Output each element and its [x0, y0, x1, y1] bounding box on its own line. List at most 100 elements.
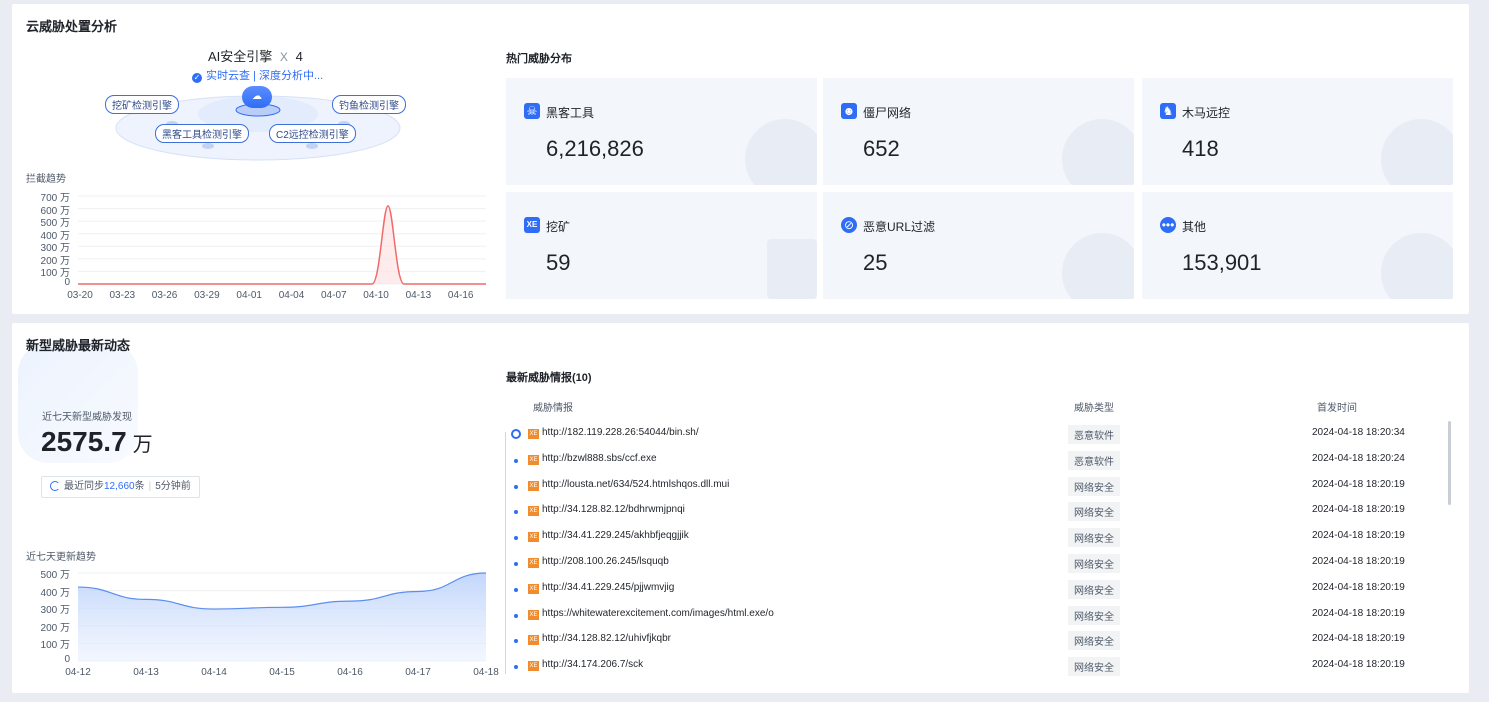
timeline-dot-icon: [514, 613, 518, 618]
card-other[interactable]: ••• 其他 153,901: [1142, 192, 1453, 299]
intercept-chart: [78, 195, 486, 285]
table-row[interactable]: XE http://34.174.206.7/sck 网络安全 2024-04-18 …: [506, 656, 1436, 682]
hacker-icon: ☠: [524, 103, 540, 119]
threat-type-badge: 网络安全: [1068, 579, 1120, 599]
timeline-dot-icon: [514, 665, 518, 670]
series-line: [78, 205, 486, 285]
xmr-watermark-icon: [767, 239, 817, 299]
threat-analysis-panel: 云威胁处置分析 AI安全引擎 X 4 ✓ 实时云查 | 深度分析中... ☁ 挖矿…: [12, 4, 1469, 314]
more-icon: •••: [1160, 217, 1176, 233]
card-value: 59: [546, 250, 571, 275]
first-seen-time: 2024-04-18 18:20:19: [1312, 530, 1405, 542]
timeline-dot-icon: [511, 429, 521, 439]
card-label: 恶意URL过滤: [863, 220, 936, 234]
first-seen-time: 2024-04-18 18:20:19: [1312, 556, 1405, 567]
card-label: 挖矿: [546, 220, 571, 234]
file-icon: XE: [528, 429, 539, 439]
threat-url[interactable]: https://whitewaterexcitement.com/images/…: [542, 608, 774, 619]
card-hacker-tools[interactable]: ☠ 黑客工具 6,216,826: [506, 78, 817, 185]
horse-icon: ♞: [1160, 103, 1176, 119]
file-icon: XE: [528, 454, 539, 465]
threat-url[interactable]: http://182.119.228.26:54044/bin.sh/: [542, 427, 699, 438]
file-icon: XE: [528, 583, 539, 594]
threat-type-badge: 网络安全: [1068, 605, 1120, 625]
table-row[interactable]: XE http://182.119.228.26:54044/bin.sh/恶意软…: [506, 424, 1436, 450]
card-value: 25: [863, 250, 888, 275]
file-icon: XE: [528, 661, 539, 672]
table-row[interactable]: XE http://34.41.229.245/pjjwmvjig 网络安全 2024…: [506, 579, 1436, 605]
series-area: [78, 205, 486, 284]
threat-url[interactable]: http://34.174.206.7/sck: [542, 659, 643, 670]
first-seen-time: 2024-04-18 18:20:19: [1312, 633, 1405, 645]
threat-url[interactable]: http://34.41.229.245/akhbfjeqgjjik: [542, 530, 689, 541]
timeline-dot-icon: [514, 639, 518, 644]
first-seen-time: 2024-04-18 18:20:19: [1312, 478, 1405, 490]
more-watermark-icon: [1381, 233, 1453, 299]
card-label: 其他: [1182, 220, 1207, 234]
file-icon: XE: [528, 532, 539, 543]
threat-type-badge: 恶意软件: [1068, 425, 1120, 444]
link-watermark-icon: [1062, 233, 1134, 299]
card-mining[interactable]: XE 挖矿 59: [506, 192, 817, 299]
file-icon: XE: [528, 506, 539, 517]
hot-threats-title: 热门威胁分布: [506, 53, 572, 65]
first-seen-time: 2024-04-18 18:20:34: [1312, 427, 1405, 438]
card-malicious-url[interactable]: ⊘ 恶意URL过滤 25: [823, 192, 1134, 299]
timeline-dot-icon: [514, 536, 518, 541]
first-seen-time: 2024-04-18 18:20:19: [1312, 607, 1405, 619]
threat-type-badge: 恶意软件: [1068, 450, 1120, 470]
card-value: 6,216,826: [546, 136, 644, 161]
timeline-dot-icon: [514, 510, 518, 515]
first-seen-time: 2024-04-18 18:20:19: [1312, 504, 1405, 516]
trend-chart: [77, 572, 487, 662]
threat-type-badge: 网络安全: [1068, 476, 1120, 496]
col-header-intel: 威胁情报: [533, 403, 573, 414]
table-row[interactable]: XE http://34.128.82.12/uhivfjkqbr 网络安全 2024…: [506, 630, 1436, 656]
scrollbar[interactable]: [1448, 421, 1451, 505]
threat-type-badge: 网络安全: [1068, 631, 1120, 651]
card-value: 652: [863, 136, 900, 161]
link-icon: ⊘: [841, 217, 857, 233]
threat-type-badge: 网络安全: [1068, 554, 1120, 573]
timeline-dot-icon: [514, 484, 518, 489]
threat-url[interactable]: http://34.41.229.245/pjjwmvjig: [542, 582, 674, 593]
card-value: 418: [1182, 136, 1219, 161]
table-row[interactable]: XE http://34.41.229.245/akhbfjeqgjjik 网络安全…: [506, 527, 1436, 553]
col-header-type: 威胁类型: [1074, 403, 1114, 414]
timeline-dot-icon: [514, 458, 518, 463]
table-row[interactable]: XE http://208.100.26.245/lsquqb 网络安全 2024-0…: [506, 553, 1436, 579]
card-label: 黑客工具: [546, 106, 595, 120]
series-area: [78, 573, 486, 661]
threat-url[interactable]: http://lousta.net/634/524.htmlshqos.dll.…: [542, 479, 729, 490]
threat-type-badge: 网络安全: [1068, 502, 1120, 522]
first-seen-time: 2024-04-18 18:20:19: [1312, 581, 1405, 593]
card-botnet[interactable]: ☻ 僵尸网络 652: [823, 78, 1134, 185]
xmr-icon: XE: [524, 217, 540, 233]
file-icon: XE: [528, 609, 539, 620]
horse-watermark-icon: [1381, 119, 1453, 185]
table-row[interactable]: XE http://bzwl888.sbs/ccf.exe 恶意软件 2024-04-…: [506, 450, 1436, 476]
hacker-watermark-icon: [745, 119, 817, 185]
table-row[interactable]: XE http://lousta.net/634/524.htmlshqos.dl…: [506, 476, 1436, 502]
threat-url[interactable]: http://bzwl888.sbs/ccf.exe: [542, 453, 657, 464]
intel-title: 最新威胁情报(10): [506, 372, 592, 384]
card-label: 僵尸网络: [863, 106, 912, 120]
card-value: 153,901: [1182, 250, 1262, 275]
table-row[interactable]: XE http://34.128.82.12/bdhrwmjpnqi 网络安全 202…: [506, 501, 1436, 527]
first-seen-time: 2024-04-18 18:20:19: [1312, 659, 1405, 671]
threat-url[interactable]: http://34.128.82.12/uhivfjkqbr: [542, 633, 671, 644]
timeline-dot-icon: [514, 587, 518, 592]
file-icon: XE: [528, 558, 539, 568]
threat-url[interactable]: http://208.100.26.245/lsquqb: [542, 556, 669, 567]
table-row[interactable]: XE https://whitewaterexcitement.com/image…: [506, 605, 1436, 631]
card-label: 木马远控: [1182, 106, 1231, 120]
threat-type-badge: 网络安全: [1068, 528, 1120, 548]
threat-type-badge: 网络安全: [1068, 657, 1120, 677]
first-seen-time: 2024-04-18 18:20:24: [1312, 452, 1405, 464]
col-header-time: 首发时间: [1317, 403, 1357, 414]
file-icon: XE: [528, 480, 539, 491]
card-trojan[interactable]: ♞ 木马远控 418: [1142, 78, 1453, 185]
threat-url[interactable]: http://34.128.82.12/bdhrwmjpnqi: [542, 504, 685, 515]
file-icon: XE: [528, 635, 539, 646]
robot-watermark-icon: [1062, 119, 1134, 185]
